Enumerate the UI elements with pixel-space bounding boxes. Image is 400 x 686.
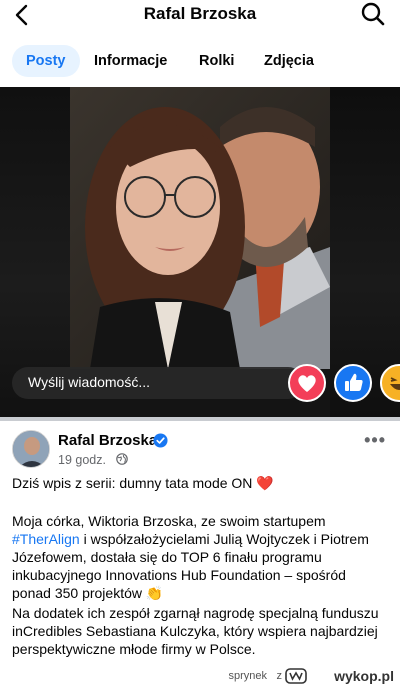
story-photo (70, 87, 330, 369)
send-message-placeholder: Wyślij wiadomość... (28, 374, 151, 390)
watermark-separator: z (276, 670, 283, 682)
post-paragraph-2-start: Moja córka, Wiktoria Brzoska, ze swoim s… (12, 513, 326, 529)
post-header: Rafal Brzoska 19 godz. ••• (0, 422, 400, 472)
section-divider (0, 417, 400, 421)
post-paragraph-3: Na dodatek ich zespół zgarnął nagrodę sp… (12, 605, 379, 657)
post-paragraph-2: Moja córka, Wiktoria Brzoska, ze swoim s… (12, 512, 388, 602)
tab-posty[interactable]: Posty (12, 45, 80, 77)
hashtag-link[interactable]: #TherAlign (12, 531, 80, 547)
post-paragraph-1: Dziś wpis z serii: dumny tata mode ON ❤️ (12, 475, 274, 491)
top-bar: Rafal Brzoska (0, 0, 400, 34)
tab-rolki[interactable]: Rolki (185, 45, 248, 77)
search-icon[interactable] (360, 1, 386, 27)
send-message-input[interactable]: Wyślij wiadomość... (12, 367, 304, 399)
wykop-logo-icon (285, 668, 307, 684)
watermark-user: sprynek (228, 670, 267, 682)
post-author[interactable]: Rafal Brzoska (58, 432, 157, 449)
tab-zdjecia[interactable]: Zdjęcia (250, 45, 328, 77)
globe-icon (116, 453, 128, 465)
story-viewer[interactable]: Wyślij wiadomość... (0, 87, 400, 417)
more-options-icon[interactable]: ••• (364, 430, 386, 451)
profile-tabs: Posty Informacje Rolki Zdjęcia (0, 40, 400, 84)
tab-informacje[interactable]: Informacje (80, 45, 181, 77)
post-time: 19 godz. (58, 453, 106, 467)
watermark-site: wykop.pl (334, 668, 394, 684)
haha-icon[interactable] (380, 364, 400, 402)
verified-badge-icon (153, 433, 168, 448)
love-icon[interactable] (288, 364, 326, 402)
story-reply-bar: Wyślij wiadomość... (0, 364, 400, 408)
page-title: Rafal Brzoska (143, 4, 257, 23)
avatar[interactable] (12, 430, 50, 468)
like-icon[interactable] (334, 364, 372, 402)
